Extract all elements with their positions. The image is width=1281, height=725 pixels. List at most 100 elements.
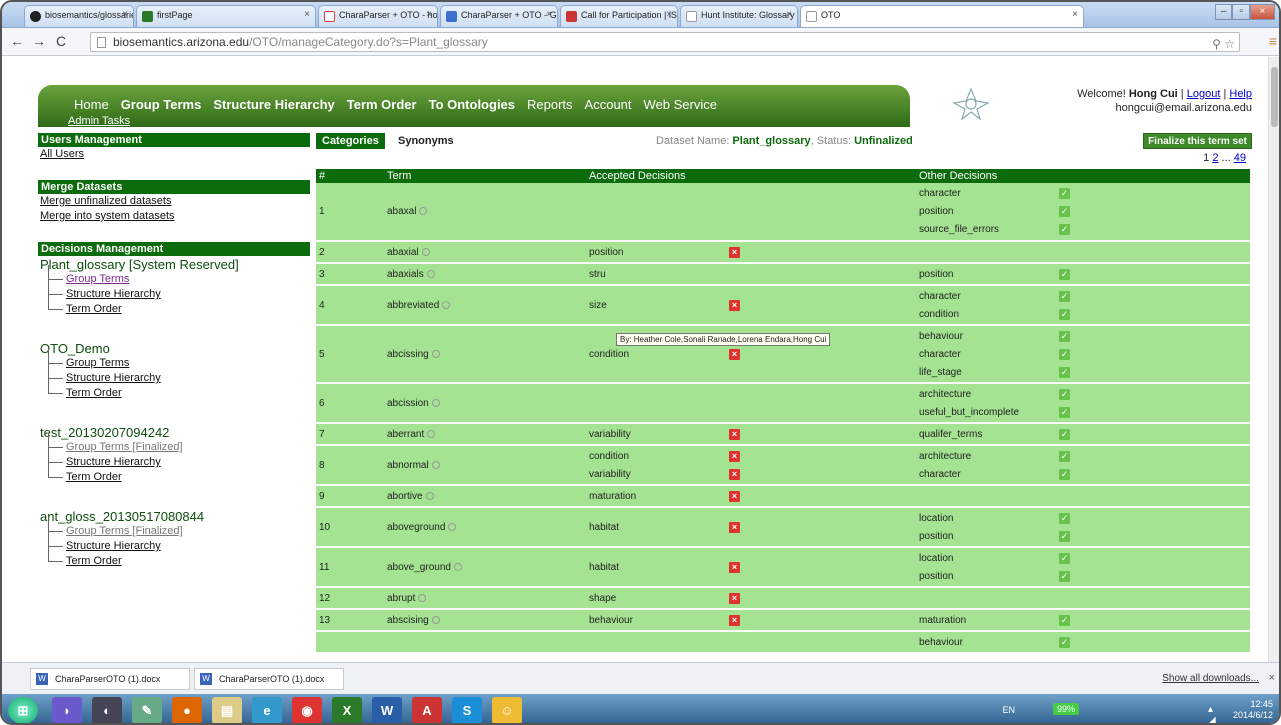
remove-icon[interactable]: × — [729, 490, 740, 502]
app-icon[interactable]: ● — [172, 697, 202, 723]
close-icon[interactable]: × — [122, 9, 128, 20]
merge-unfinalized-link[interactable]: Merge unfinalized datasets — [38, 194, 310, 209]
dataset-link[interactable]: Group Terms [Finalized] — [48, 433, 310, 455]
tab-biosemantics[interactable]: biosemantics/glossaries × — [24, 5, 134, 27]
start-icon[interactable]: ⊞ — [8, 697, 38, 723]
search-icon[interactable] — [425, 491, 434, 500]
term-text[interactable]: abcission — [387, 398, 429, 409]
tab-hunt-institute[interactable]: Hunt Institute: Glossary fo × — [680, 5, 798, 27]
battery-indicator[interactable]: 99% — [1052, 703, 1079, 715]
close-icon[interactable]: × — [666, 9, 672, 20]
excel-icon[interactable]: X — [332, 697, 362, 723]
scrollbar[interactable] — [1268, 57, 1279, 662]
nav-item-to-ontologies[interactable]: To Ontologies — [423, 97, 521, 112]
dataset-link[interactable]: Term Order — [48, 295, 310, 317]
nav-item-reports[interactable]: Reports — [521, 97, 579, 112]
nav-admin-tasks[interactable]: Admin Tasks — [68, 115, 130, 127]
search-icon[interactable] — [431, 615, 440, 624]
close-icon[interactable]: × — [546, 9, 552, 20]
accept-icon[interactable]: ✓ — [1059, 450, 1070, 462]
word-icon[interactable]: W — [372, 697, 402, 723]
nav-item-web-service[interactable]: Web Service — [638, 97, 723, 112]
remove-icon[interactable]: × — [729, 614, 740, 626]
forward-icon[interactable]: → — [32, 34, 46, 48]
close-icon[interactable]: × — [426, 9, 432, 20]
tab-google-doc[interactable]: CharaParser + OTO - Goo × — [440, 5, 558, 27]
close-window-icon[interactable]: × — [1249, 4, 1275, 20]
back-icon[interactable]: ← — [10, 34, 24, 48]
nav-item-group-terms[interactable]: Group Terms — [115, 97, 208, 112]
search-icon[interactable] — [427, 429, 436, 438]
remove-icon[interactable]: × — [729, 348, 740, 360]
search-icon[interactable] — [453, 562, 462, 571]
tab-gmail[interactable]: CharaParser + OTO - hon × — [318, 5, 438, 27]
nav-item-home[interactable]: Home — [68, 97, 115, 112]
app-icon[interactable]: ◗ — [52, 697, 82, 723]
dataset-link[interactable]: Term Order — [48, 379, 310, 401]
accept-icon[interactable]: ✓ — [1059, 570, 1070, 582]
nav-item-term-order[interactable]: Term Order — [341, 97, 423, 112]
accept-icon[interactable]: ✓ — [1059, 428, 1070, 440]
term-text[interactable]: abaxial — [387, 247, 419, 258]
chrome-icon[interactable]: ◉ — [292, 697, 322, 723]
accept-icon[interactable]: ✓ — [1059, 366, 1070, 378]
accept-icon[interactable]: ✓ — [1059, 468, 1070, 480]
nav-item-structure-hierarchy[interactable]: Structure Hierarchy — [207, 97, 340, 112]
term-text[interactable]: abnormal — [387, 460, 429, 471]
dataset-link[interactable]: Group Terms — [48, 349, 310, 371]
dataset-link[interactable]: Group Terms [Finalized] — [48, 517, 310, 539]
accept-icon[interactable]: ✓ — [1059, 406, 1070, 418]
remove-icon[interactable]: × — [729, 246, 740, 258]
dataset-link[interactable]: Structure Hierarchy — [48, 448, 310, 470]
remove-icon[interactable]: × — [729, 521, 740, 533]
accept-icon[interactable]: ✓ — [1059, 308, 1070, 320]
accept-icon[interactable]: ✓ — [1059, 530, 1070, 542]
remove-icon[interactable]: × — [729, 561, 740, 573]
close-icon[interactable]: × — [786, 9, 792, 20]
search-icon[interactable] — [431, 349, 440, 358]
maximize-icon[interactable]: ▫ — [1232, 4, 1250, 20]
close-icon[interactable]: × — [1072, 9, 1078, 20]
search-icon[interactable] — [421, 247, 430, 256]
accept-icon[interactable]: ✓ — [1059, 268, 1070, 280]
tab-call-for-participation[interactable]: Call for Participation | iSci × — [560, 5, 678, 27]
dataset-link[interactable]: Structure Hierarchy — [48, 280, 310, 302]
acrobat-icon[interactable]: A — [412, 697, 442, 723]
accept-icon[interactable]: ✓ — [1059, 188, 1070, 199]
term-text[interactable]: aberrant — [387, 429, 424, 440]
remove-icon[interactable]: × — [729, 592, 740, 604]
accept-icon[interactable]: ✓ — [1059, 348, 1070, 360]
bookmark-star-icon[interactable]: ⚲ ☆ — [1212, 37, 1235, 51]
accept-icon[interactable]: ✓ — [1059, 552, 1070, 564]
dataset-link[interactable]: Term Order — [48, 463, 310, 485]
folder-icon[interactable]: ▤ — [212, 697, 242, 723]
search-icon[interactable] — [431, 398, 440, 407]
merge-system-link[interactable]: Merge into system datasets — [38, 209, 310, 224]
accept-icon[interactable]: ✓ — [1059, 636, 1070, 648]
reload-icon[interactable]: C — [56, 34, 66, 48]
remove-icon[interactable]: × — [729, 450, 740, 462]
logout-link[interactable]: Logout — [1187, 88, 1221, 100]
term-text[interactable]: abortive — [387, 491, 423, 502]
clock[interactable]: 12:45 2014/6/12 — [1233, 699, 1273, 721]
search-icon[interactable] — [431, 460, 440, 469]
search-icon[interactable] — [418, 593, 427, 602]
search-icon[interactable] — [442, 300, 451, 309]
url-input[interactable]: biosemantics.arizona.edu/OTO/manageCateg… — [90, 32, 1240, 52]
minimize-icon[interactable]: – — [1215, 4, 1233, 20]
language-indicator[interactable]: EN — [1002, 705, 1015, 715]
dataset-link[interactable]: Group Terms — [48, 265, 310, 287]
term-text[interactable]: abaxal — [387, 206, 416, 217]
remove-icon[interactable]: × — [729, 468, 740, 480]
ie-icon[interactable]: e — [252, 697, 282, 723]
close-icon[interactable]: × — [304, 9, 310, 20]
tray-icons[interactable]: ▴ ◢ ✉ ◐ ⚐ — [1208, 704, 1217, 723]
app-icon[interactable]: ◐ — [92, 697, 122, 723]
accept-icon[interactable]: ✓ — [1059, 206, 1070, 217]
page-1[interactable]: 1 — [1203, 152, 1209, 164]
close-icon[interactable]: × — [1269, 672, 1275, 684]
page-2[interactable]: 2 — [1212, 152, 1218, 164]
term-text[interactable]: abbreviated — [387, 300, 439, 311]
download-item[interactable]: W CharaParserOTO (1).docx — [194, 668, 344, 690]
tab-synonyms[interactable]: Synonyms — [398, 133, 454, 149]
